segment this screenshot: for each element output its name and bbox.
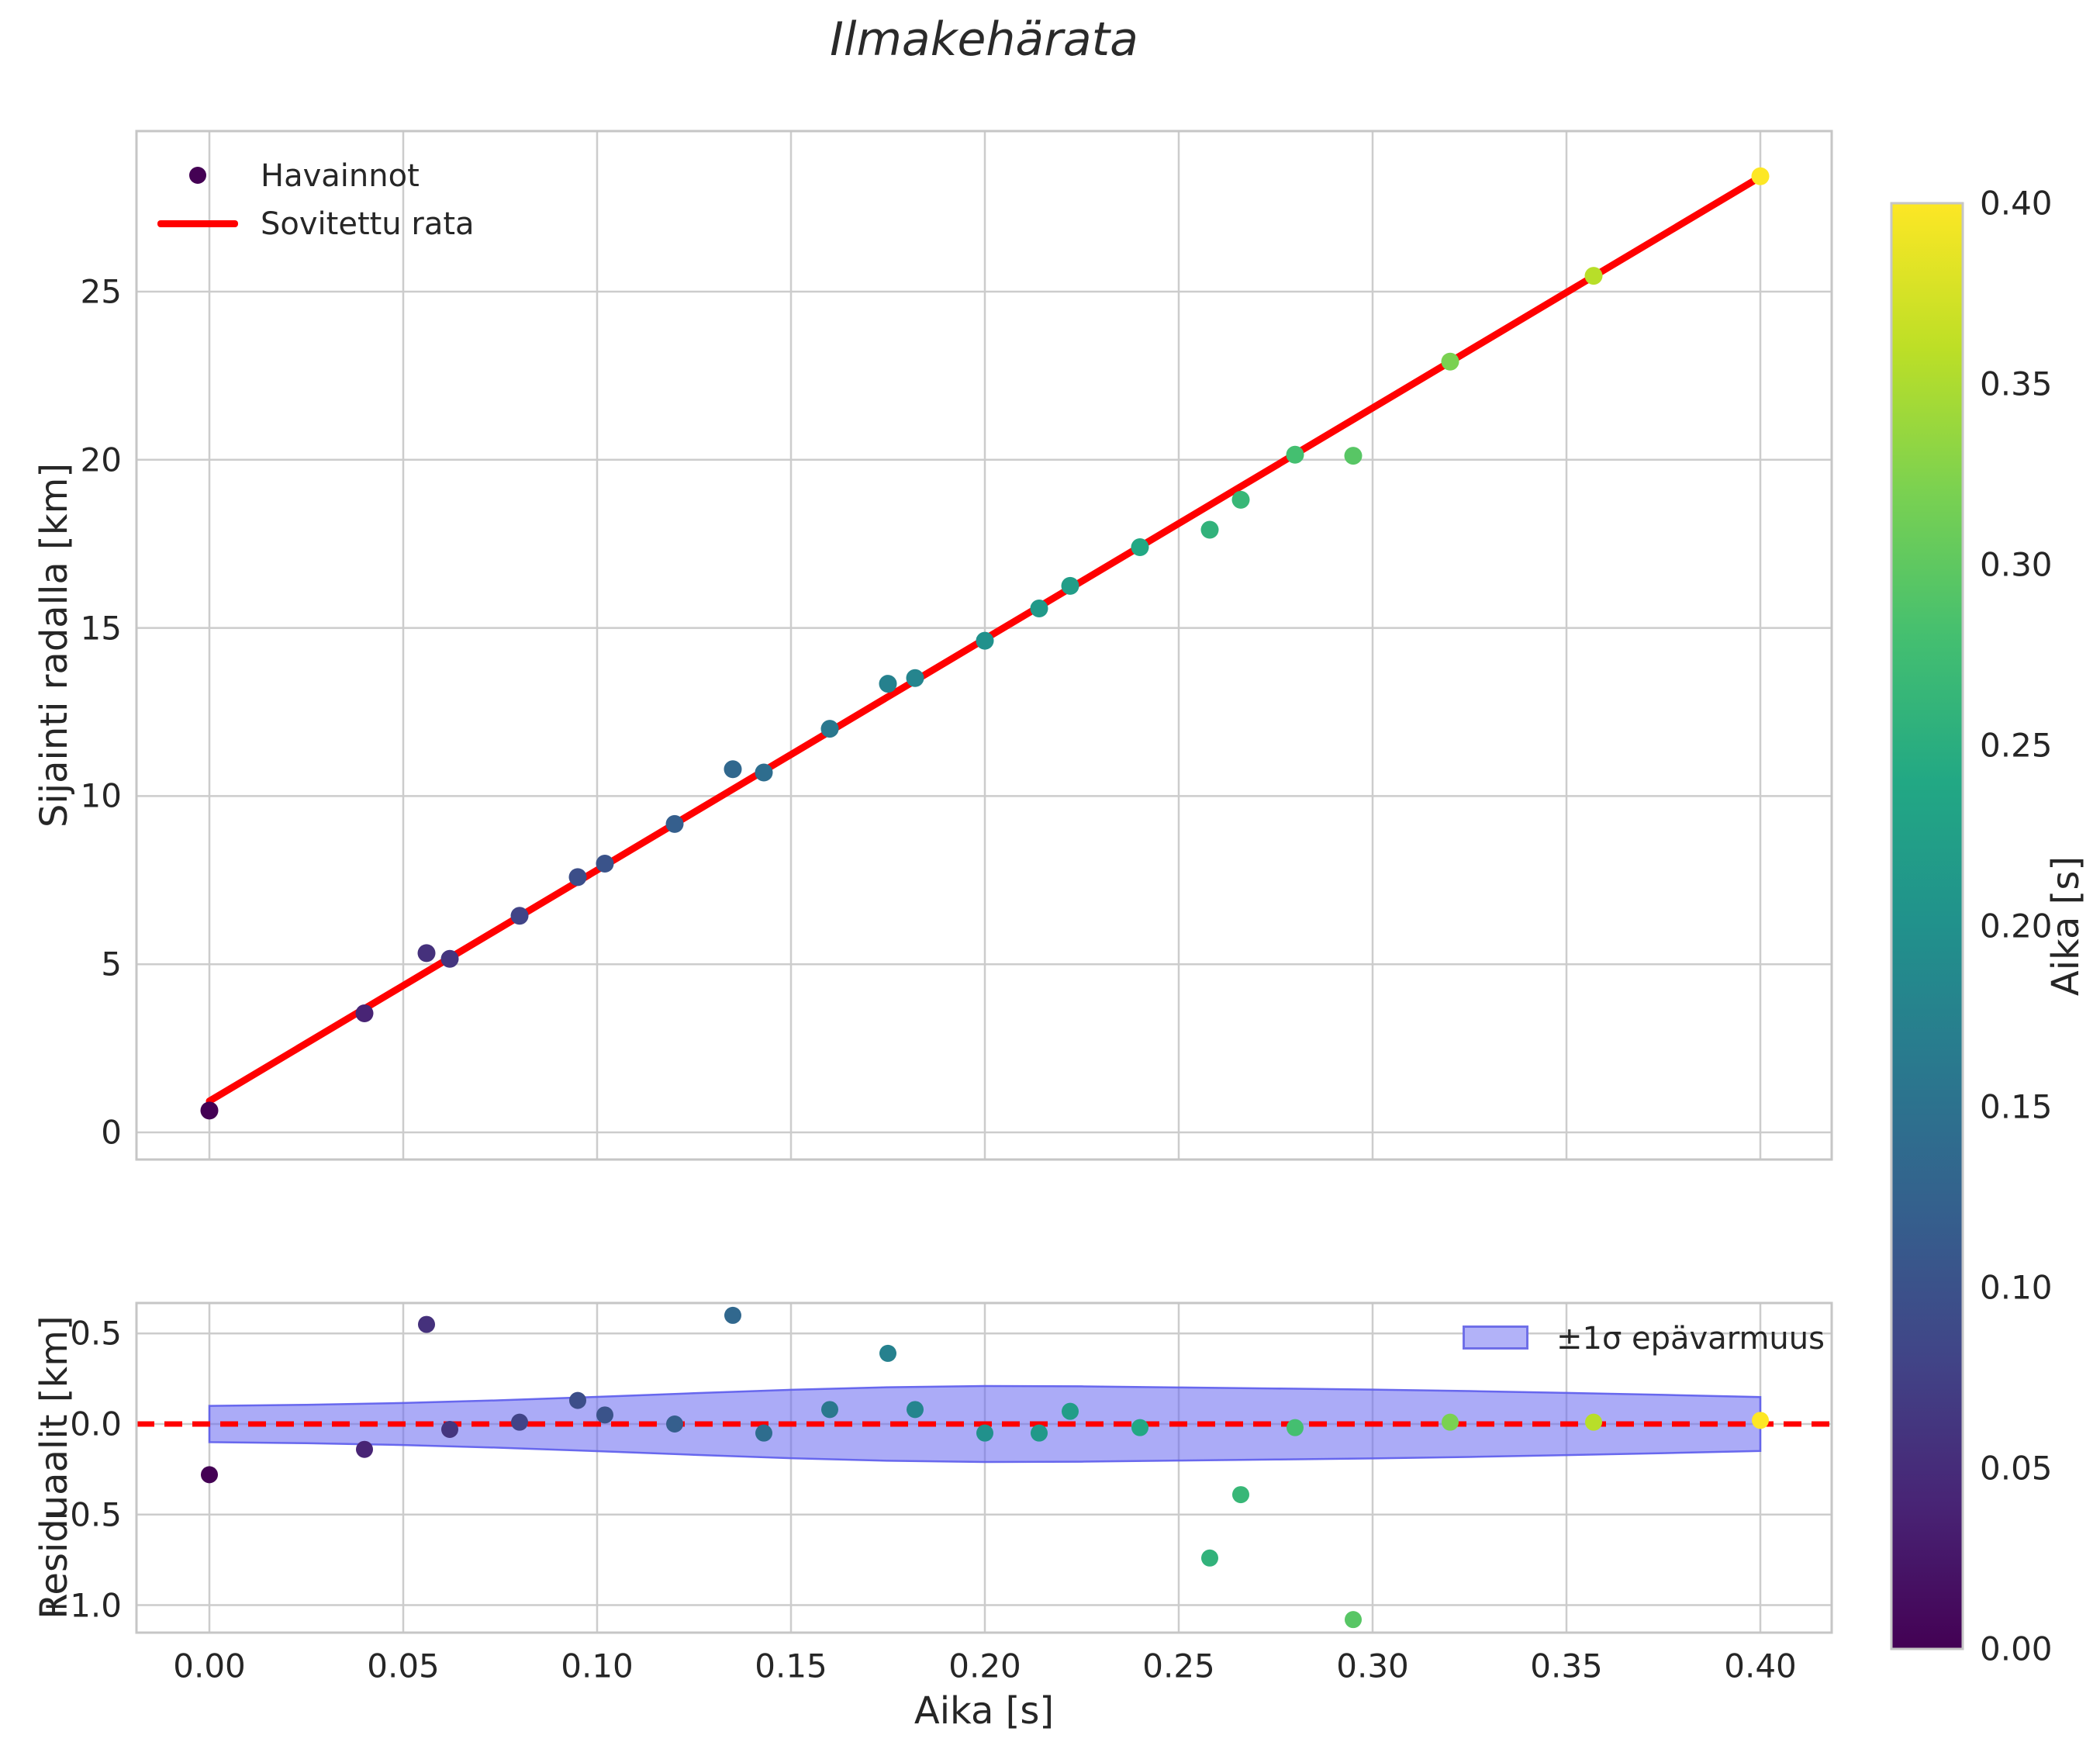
x-tick-label: 0.15 [755, 1647, 827, 1685]
observation-point [510, 907, 529, 925]
colorbar-tick-label: 0.40 [1980, 184, 2053, 223]
observations-marker-icon [189, 167, 206, 184]
colorbar-tick-label: 0.35 [1980, 365, 2053, 403]
observation-point [417, 944, 436, 963]
chart-canvas [135, 130, 1964, 1650]
residual-point [724, 1306, 741, 1324]
observation-point [820, 720, 839, 738]
observation-point [1200, 520, 1219, 539]
main-y-tick-label: 0 [101, 1113, 122, 1152]
x-tick-label: 0.20 [948, 1647, 1021, 1685]
residual-y-tick-label: 0.5 [70, 1314, 122, 1353]
residual-point [596, 1406, 613, 1424]
residual-point [511, 1413, 528, 1431]
observation-point [1231, 490, 1250, 509]
observation-point [906, 669, 924, 687]
colorbar-tick-label: 0.00 [1980, 1630, 2053, 1668]
observation-point [596, 855, 614, 873]
residual-point [1345, 1611, 1362, 1629]
observation-point [440, 949, 459, 968]
x-axis-label: Aika [s] [914, 1689, 1055, 1733]
observation-point [1441, 352, 1459, 371]
residual-point [1287, 1419, 1304, 1436]
residual-point [1131, 1419, 1148, 1436]
residual-point [569, 1391, 586, 1409]
residual-point [1031, 1424, 1048, 1442]
colorbar-tick-label: 0.30 [1980, 545, 2053, 584]
observation-point [1344, 447, 1363, 465]
observation-point [200, 1101, 219, 1120]
observation-point [755, 763, 773, 782]
residual-point [907, 1401, 924, 1419]
residual-point [1062, 1402, 1079, 1420]
observation-point [976, 631, 994, 650]
main-y-tick-label: 20 [80, 441, 122, 479]
residual-point [755, 1424, 772, 1442]
residual-point [201, 1466, 218, 1484]
x-tick-label: 0.00 [173, 1647, 246, 1685]
main-y-axis-label: Sijainti radalla [km] [33, 462, 76, 828]
colorbar-tick-label: 0.10 [1980, 1268, 2053, 1307]
fit-legend-label: Sovitettu rata [261, 206, 475, 242]
residual-point [879, 1344, 896, 1362]
observation-point [1286, 445, 1304, 464]
colorbar-tick-label: 0.20 [1980, 907, 2053, 945]
residual-y-tick-label: −1.0 [43, 1586, 122, 1624]
figure: Ilmakehärata Sijainti radalla [km] Resid… [0, 0, 2100, 1742]
observation-point [1584, 267, 1603, 285]
x-tick-label: 0.25 [1142, 1647, 1215, 1685]
observation-point [1131, 538, 1149, 557]
uncertainty-band-legend-label: ±1σ epävarmuus [1556, 1321, 1825, 1357]
x-tick-label: 0.10 [561, 1647, 634, 1685]
residual-point [418, 1315, 435, 1333]
observation-point [355, 1004, 374, 1023]
main-y-tick-label: 15 [80, 609, 122, 648]
colorbar-tick-label: 0.25 [1980, 726, 2053, 765]
x-tick-label: 0.05 [367, 1647, 440, 1685]
observation-point [1061, 576, 1079, 595]
residual-point [1585, 1413, 1602, 1431]
x-tick-label: 0.30 [1336, 1647, 1409, 1685]
colorbar-tick-label: 0.05 [1980, 1449, 2053, 1488]
residual-point [976, 1424, 993, 1442]
x-tick-label: 0.35 [1530, 1647, 1603, 1685]
residual-point [1232, 1486, 1249, 1504]
observation-point [1030, 599, 1048, 617]
x-tick-label: 0.40 [1724, 1647, 1797, 1685]
residual-y-axis-label: Residuaalit [km] [33, 1315, 76, 1619]
fit-line-marker-icon [157, 220, 238, 227]
residual-point [1752, 1412, 1769, 1429]
main-y-tick-label: 5 [101, 945, 122, 983]
chart-title: Ilmakehärata [830, 12, 1138, 67]
residual-point [356, 1440, 373, 1458]
residual-point [821, 1401, 838, 1419]
residual-point [441, 1421, 458, 1439]
observation-point [665, 814, 684, 833]
observations-legend-label: Havainnot [261, 158, 420, 194]
main-y-tick-label: 25 [80, 272, 122, 311]
uncertainty-band-marker-icon [1463, 1326, 1528, 1350]
observation-point [879, 675, 897, 693]
colorbar-tick-label: 0.15 [1980, 1087, 2053, 1126]
residual-y-tick-label: −0.5 [43, 1495, 122, 1534]
observation-point [1751, 167, 1770, 185]
observation-point [724, 760, 742, 779]
residual-y-tick-label: 0.0 [70, 1405, 122, 1443]
observation-point [568, 868, 587, 887]
residual-point [1442, 1413, 1459, 1431]
residual-point [666, 1415, 683, 1433]
colorbar [1890, 202, 1964, 1650]
residual-point [1201, 1549, 1218, 1567]
main-y-tick-label: 10 [80, 776, 122, 815]
